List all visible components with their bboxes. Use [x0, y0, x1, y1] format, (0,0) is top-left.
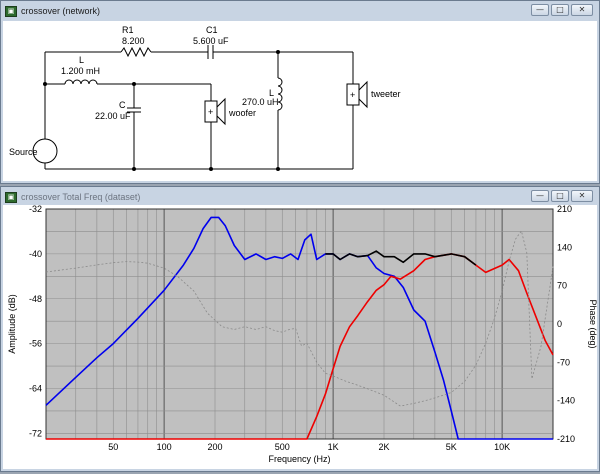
frequency-response-chart: 50 100 200 500 1K 2K 5K 10K -32 -40 -48 -56 -64 -72 21… — [7, 204, 598, 464]
x-tick-label: 1K — [328, 442, 339, 452]
crossover-schematic: + + R1 8.200 C1 5.600 uF L 1.200 mH C 22… — [9, 25, 401, 171]
y-tick-label-left: -64 — [29, 384, 42, 394]
freq-titlebar[interactable]: ▣ crossover Total Freq (dataset) — □ ✕ — [1, 187, 599, 207]
y-tick-label-left: -56 — [29, 339, 42, 349]
y-tick-label-left: -40 — [29, 249, 42, 259]
plot-area — [46, 209, 553, 439]
freq-window: ▣ crossover Total Freq (dataset) — □ ✕ 5… — [0, 186, 600, 472]
y-axis-label-right: Phase (deg) — [588, 299, 597, 348]
c-shunt-name: C — [119, 100, 126, 110]
y-tick-label-right: 140 — [557, 242, 572, 252]
network-window-title: crossover (network) — [21, 6, 101, 16]
l-shunt-value: 270.0 uH — [242, 97, 279, 107]
y-tick-label-right: 70 — [557, 281, 567, 291]
minimize-button[interactable]: — — [531, 190, 549, 202]
app-icon: ▣ — [5, 191, 17, 203]
svg-text:+: + — [208, 107, 213, 117]
x-tick-label: 2K — [378, 442, 389, 452]
freq-chart-area[interactable]: 50 100 200 500 1K 2K 5K 10K -32 -40 -48 -56 -64 -72 21… — [3, 204, 598, 469]
y-tick-label-right: 0 — [557, 319, 562, 329]
close-button[interactable]: ✕ — [571, 4, 593, 16]
freq-window-title: crossover Total Freq (dataset) — [21, 192, 141, 202]
woofer-speaker-icon: + — [204, 97, 226, 126]
network-window: ▣ crossover (network) — □ ✕ + + R1 8.200… — [0, 0, 600, 184]
r1-name: R1 — [122, 25, 134, 35]
freq-window-controls: — □ ✕ — [531, 190, 593, 202]
x-tick-label: 200 — [207, 442, 222, 452]
x-tick-label: 100 — [157, 442, 172, 452]
y-axis-label-left: Amplitude (dB) — [7, 294, 17, 354]
tweeter-label: tweeter — [371, 89, 401, 99]
l-series-value: 1.200 mH — [61, 66, 100, 76]
y-tick-label-left: -32 — [29, 205, 42, 214]
maximize-button[interactable]: □ — [551, 4, 569, 16]
y-tick-label-left: -72 — [29, 428, 42, 438]
x-axis-label: Frequency (Hz) — [268, 454, 330, 464]
y-tick-label-right: 210 — [557, 205, 572, 214]
r1-value: 8.200 — [122, 36, 145, 46]
c1-value: 5.600 uF — [193, 36, 229, 46]
y-tick-label-right: -70 — [557, 357, 570, 367]
schematic-canvas[interactable]: + + R1 8.200 C1 5.600 uF L 1.200 mH C 22… — [3, 21, 597, 181]
x-tick-label: 50 — [108, 442, 118, 452]
maximize-button[interactable]: □ — [551, 190, 569, 202]
x-tick-label: 10K — [494, 442, 510, 452]
network-titlebar[interactable]: ▣ crossover (network) — □ ✕ — [1, 1, 599, 21]
network-window-controls: — □ ✕ — [531, 4, 593, 16]
woofer-label: woofer — [228, 108, 256, 118]
close-button[interactable]: ✕ — [571, 190, 593, 202]
c-shunt-value: 22.00 uF — [95, 111, 131, 121]
l-series-name: L — [79, 55, 84, 65]
svg-text:+: + — [350, 90, 355, 100]
x-tick-label: 5K — [446, 442, 457, 452]
tweeter-speaker-icon: + — [346, 80, 368, 109]
y-tick-label-left: -48 — [29, 294, 42, 304]
y-tick-label-right: -210 — [557, 434, 575, 444]
y-tick-label-right: -140 — [557, 396, 575, 406]
minimize-button[interactable]: — — [531, 4, 549, 16]
c1-name: C1 — [206, 25, 218, 35]
x-tick-label: 500 — [275, 442, 290, 452]
source-label: Source — [9, 147, 38, 157]
app-icon: ▣ — [5, 5, 17, 17]
